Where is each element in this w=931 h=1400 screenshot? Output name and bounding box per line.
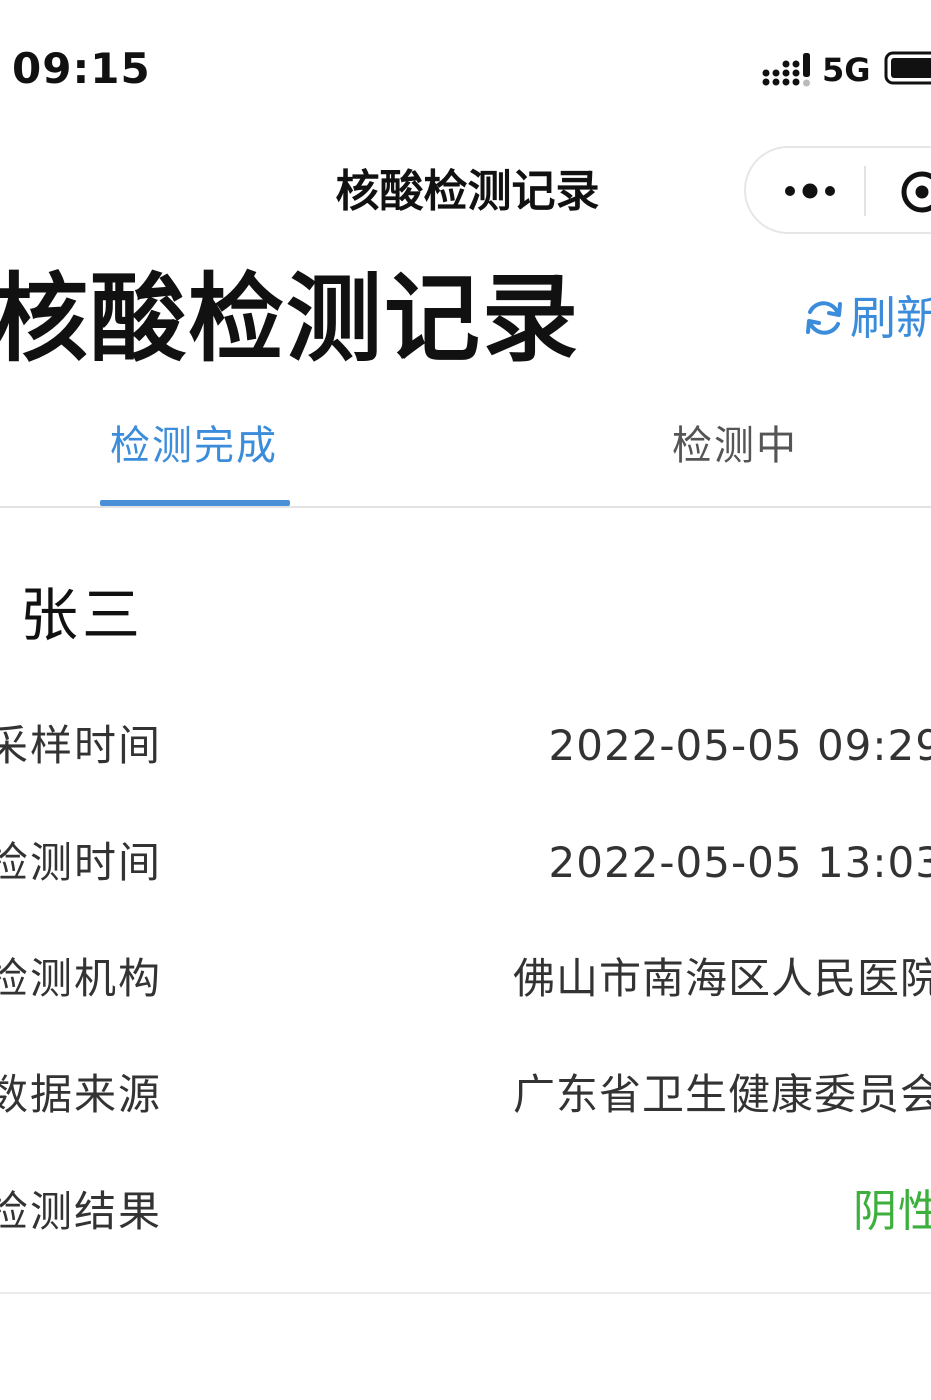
refresh-label: 刷新 <box>850 291 931 345</box>
person-name: 张三 <box>20 581 145 649</box>
row-label: 检测时间 <box>0 838 163 887</box>
battery-icon <box>884 51 931 85</box>
row-label: 采样时间 <box>0 721 163 770</box>
row-value: 2022-05-05 13:03 <box>548 838 931 887</box>
status-time: 09:15 <box>12 44 151 93</box>
row-label: 检测结果 <box>0 1187 163 1236</box>
row-label: 检测机构 <box>0 954 163 1003</box>
row-value: 2022-05-05 09:29 <box>548 721 931 770</box>
row-value: 佛山市南海区人民医院 <box>512 954 931 1003</box>
row-data-source: 数据来源 广东省卫生健康委员会 <box>0 1065 931 1125</box>
result-value: 阴性 <box>853 1186 931 1237</box>
row-institution: 检测机构 佛山市南海区人民医院 <box>0 949 931 1009</box>
tab-completed[interactable]: 检测完成 <box>110 418 278 474</box>
signal-icon <box>762 53 810 87</box>
capsule-divider <box>864 166 866 216</box>
row-label: 数据来源 <box>0 1070 163 1119</box>
screen: 09:15 5G 核酸检测记录 核酸检测记录 刷新 检测完成 检测中 张三 采样… <box>0 0 931 1400</box>
capsule-menu <box>744 146 931 234</box>
row-test-time: 检测时间 2022-05-05 13:03 <box>0 833 931 893</box>
row-value: 广东省卫生健康委员会 <box>512 1070 931 1119</box>
page-title: 核酸检测记录 <box>0 263 580 375</box>
refresh-icon <box>806 301 842 335</box>
card-divider <box>0 1292 931 1294</box>
tab-in-progress[interactable]: 检测中 <box>672 418 798 474</box>
row-sampling-time: 采样时间 2022-05-05 09:29 <box>0 716 931 776</box>
more-icon[interactable] <box>782 174 838 208</box>
close-icon[interactable] <box>898 168 931 216</box>
tab-bar: 检测完成 检测中 <box>0 404 931 508</box>
tab-indicator <box>100 500 290 506</box>
refresh-button[interactable]: 刷新 <box>802 290 931 346</box>
network-label: 5G <box>822 51 871 89</box>
row-test-result: 检测结果 阴性 <box>0 1182 931 1242</box>
